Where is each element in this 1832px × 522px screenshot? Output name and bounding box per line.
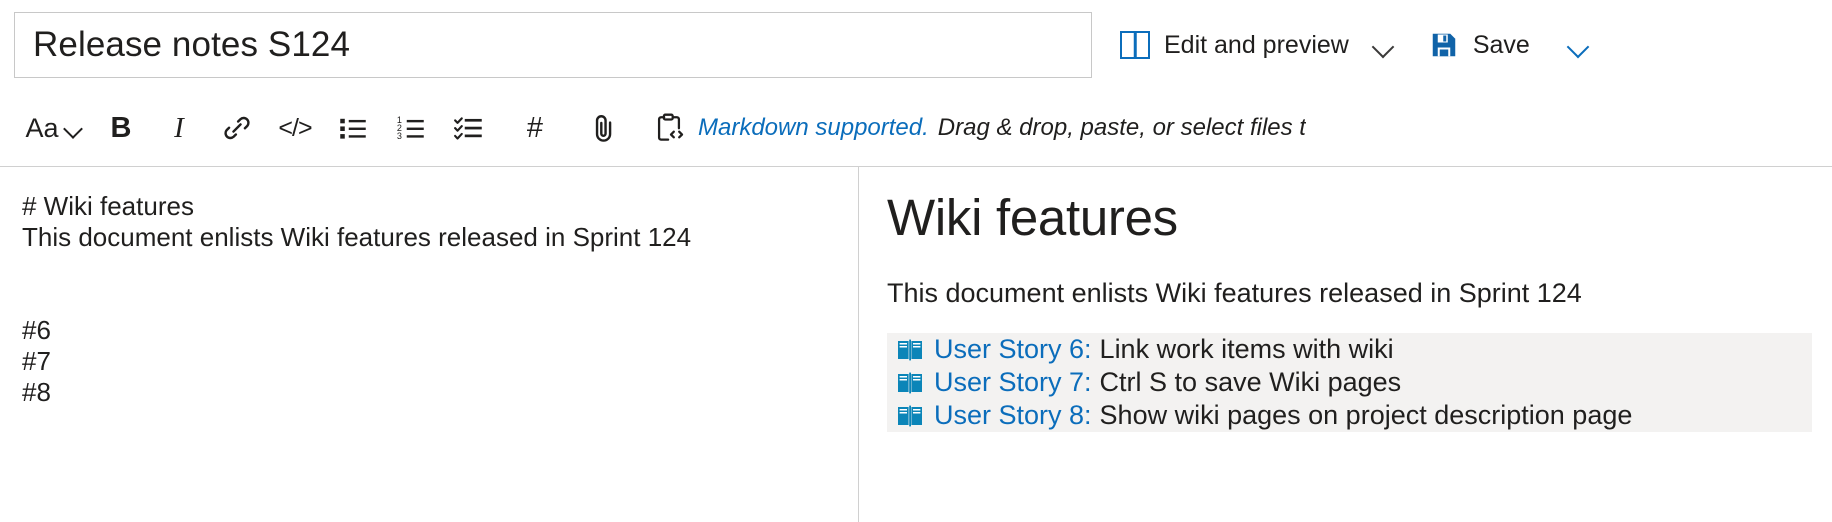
svg-text:3: 3	[397, 131, 402, 141]
work-item-link[interactable]: User Story 6: Link work items with wiki	[887, 333, 1812, 367]
user-story-book-icon	[897, 372, 923, 394]
italic-button[interactable]: I	[150, 100, 208, 156]
work-item-link[interactable]: User Story 8: Show wiki pages on project…	[887, 399, 1812, 433]
edit-and-preview-button[interactable]: Edit and preview	[1110, 19, 1359, 71]
clipboard-code-icon	[652, 111, 686, 145]
editor-preview-split: # Wiki features This document enlists Wi…	[0, 166, 1832, 522]
user-story-book-icon	[897, 339, 923, 361]
work-item-title: Ctrl S to save Wiki pages	[1099, 367, 1402, 398]
command-bar: Edit and preview Save	[1110, 12, 1592, 78]
checklist-button[interactable]	[440, 100, 498, 156]
markdown-hint-text: Drag & drop, paste, or select files t	[937, 114, 1306, 141]
work-item-id: User Story 8:	[934, 400, 1092, 431]
link-icon	[220, 111, 254, 145]
italic-icon: I	[174, 111, 184, 144]
formatting-toolbar-items: Aa B I </> 1 2 3 # Markdown supported. D…	[0, 100, 1306, 156]
bulleted-list-icon	[336, 111, 370, 145]
preview-paragraph: This document enlists Wiki features rele…	[887, 278, 1582, 309]
font-size-icon: Aa	[25, 112, 59, 143]
work-item-link[interactable]: User Story 7: Ctrl S to save Wiki pages	[887, 366, 1812, 400]
work-item-title: Show wiki pages on project description p…	[1099, 400, 1633, 431]
insert-snippet-button[interactable]	[640, 100, 698, 156]
editor-line: #8	[22, 377, 51, 407]
editor-line: #7	[22, 346, 51, 376]
work-item-link-list: User Story 6: Link work items with wiki	[887, 333, 1812, 433]
bulleted-list-button[interactable]	[324, 100, 382, 156]
numbered-list-button[interactable]: 1 2 3	[382, 100, 440, 156]
page-title-input[interactable]: Release notes S124	[14, 12, 1092, 78]
floppy-disk-save-icon	[1429, 30, 1459, 60]
chevron-down-icon	[63, 118, 83, 138]
wiki-page-editor: Release notes S124 Edit and preview Save…	[0, 0, 1832, 522]
save-button[interactable]: Save	[1419, 19, 1540, 71]
user-story-book-icon	[897, 405, 923, 427]
formatting-toolbar: Aa B I </> 1 2 3 # Markdown supported. D…	[0, 90, 1832, 166]
code-button[interactable]: </>	[266, 100, 324, 156]
font-style-dropdown[interactable]: Aa	[16, 100, 92, 156]
title-row: Release notes S124 Edit and preview Save	[0, 0, 1832, 90]
editor-line: #6	[22, 315, 51, 345]
numbered-list-icon: 1 2 3	[394, 111, 428, 145]
save-chevron-down-icon[interactable]	[1566, 32, 1592, 58]
attach-file-button[interactable]	[574, 100, 632, 156]
save-label: Save	[1472, 30, 1530, 59]
markdown-editor-pane[interactable]: # Wiki features This document enlists Wi…	[0, 167, 858, 522]
hash-icon: #	[526, 111, 544, 144]
bold-button[interactable]: B	[92, 100, 150, 156]
work-item-id: User Story 7:	[934, 367, 1092, 398]
markdown-preview-pane: Wiki features This document enlists Wiki…	[859, 167, 1832, 522]
bold-icon: B	[110, 111, 132, 144]
heading-button[interactable]: #	[506, 100, 564, 156]
edit-and-preview-label: Edit and preview	[1164, 30, 1349, 59]
page-title-value: Release notes S124	[33, 25, 351, 64]
markdown-hint: Markdown supported. Drag & drop, paste, …	[698, 114, 1306, 142]
checklist-icon	[452, 111, 486, 145]
editor-line: # Wiki features	[22, 191, 194, 221]
editor-line: This document enlists Wiki features rele…	[22, 222, 692, 252]
markdown-supported-link[interactable]: Markdown supported.	[698, 114, 929, 142]
paperclip-icon	[586, 111, 620, 145]
split-view-icon	[1120, 31, 1150, 59]
edit-and-preview-chevron-down-icon[interactable]	[1371, 32, 1397, 58]
preview-heading: Wiki features	[887, 189, 1178, 246]
work-item-title: Link work items with wiki	[1099, 334, 1394, 365]
link-button[interactable]	[208, 100, 266, 156]
code-icon: </>	[278, 113, 312, 142]
work-item-id: User Story 6:	[934, 334, 1092, 365]
